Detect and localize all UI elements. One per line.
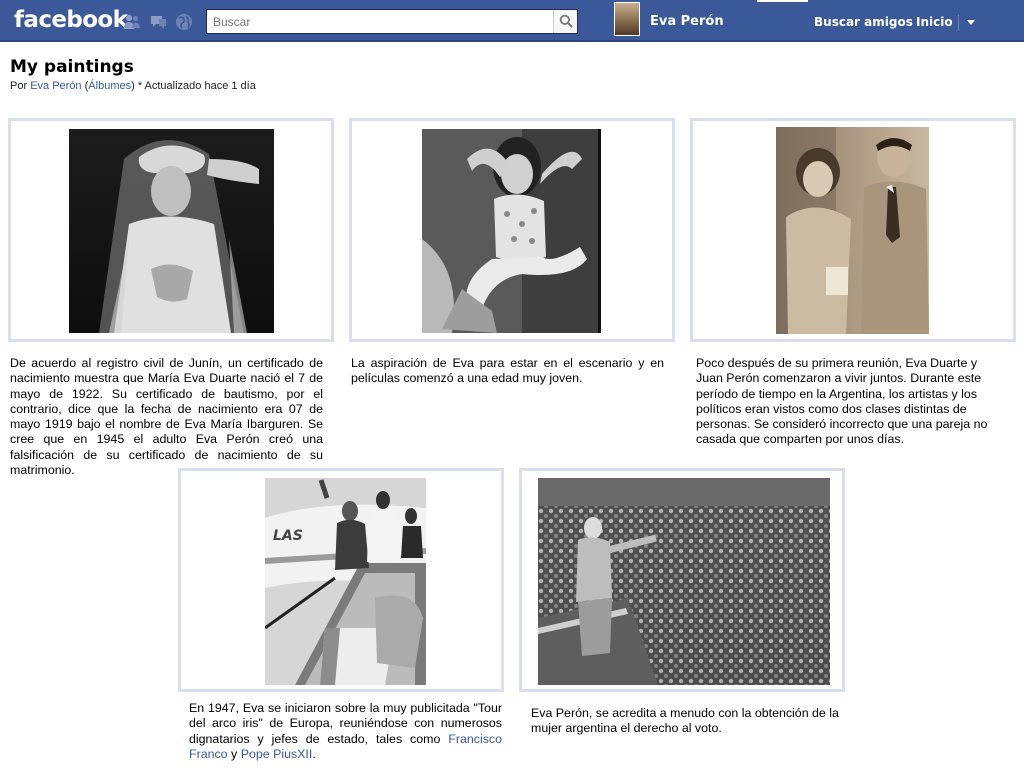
photo-caption-2: La aspiración de Eva para estar en el es… — [351, 356, 664, 386]
search-icon — [559, 14, 573, 28]
notifications-icon[interactable] — [174, 12, 194, 32]
svg-text:LAS: LAS — [273, 528, 303, 544]
top-bar-border — [0, 40, 1024, 42]
profile-link[interactable]: Eva Perón — [614, 0, 756, 41]
notification-jewels — [122, 12, 194, 32]
photo-card-1[interactable] — [8, 118, 334, 342]
photo-thumbnail[interactable] — [69, 129, 274, 333]
nav-divider — [958, 15, 959, 31]
photo-caption-3: Poco después de su primera reunión, Eva … — [696, 356, 988, 447]
author-link[interactable]: Eva Perón — [30, 80, 81, 92]
friends-icon[interactable] — [122, 12, 142, 32]
pope-pius-link[interactable]: Pope PiusXII — [241, 747, 313, 761]
search-box — [206, 9, 578, 34]
photo-card-2[interactable] — [349, 118, 675, 342]
photo-caption-4: En 1947, Eva se iniciaron sobre la muy p… — [189, 701, 502, 762]
avatar[interactable] — [614, 2, 640, 36]
photo-card-5[interactable] — [519, 468, 845, 692]
caption-period: . — [312, 746, 316, 761]
tab-accent — [757, 0, 808, 2]
account-menu-caret-icon[interactable] — [965, 18, 979, 28]
messages-icon[interactable] — [148, 12, 168, 32]
find-friends-link[interactable]: Buscar amigos — [814, 0, 913, 41]
photo-thumbnail[interactable]: LAS — [265, 478, 426, 685]
updated-text: ) * Actualizado hace 1 día — [131, 80, 256, 92]
home-link[interactable]: Inicio — [916, 0, 953, 41]
photo-thumbnail[interactable] — [422, 129, 601, 333]
photo-caption-1: De acuerdo al registro civil de Junín, u… — [10, 356, 323, 478]
caption-conjunction: y — [231, 746, 238, 761]
facebook-logo[interactable]: facebook — [14, 5, 128, 35]
search-input[interactable] — [207, 10, 552, 33]
search-button[interactable] — [553, 10, 577, 33]
page-title: My paintings — [10, 57, 134, 77]
byline-prefix: Por — [10, 80, 28, 92]
top-bar: facebook Eva Perón Buscar amigos Inicio — [0, 0, 1024, 41]
profile-name[interactable]: Eva Perón — [650, 14, 724, 29]
photo-thumbnail[interactable] — [538, 478, 830, 685]
photo-caption-5: Eva Perón, se acredita a menudo con la o… — [531, 706, 839, 736]
photo-thumbnail[interactable] — [776, 127, 929, 334]
photo-card-4[interactable]: LAS — [178, 468, 504, 692]
photo-card-3[interactable] — [690, 118, 1016, 342]
album-byline: Por Eva Perón (Álbumes) * Actualizado ha… — [10, 80, 256, 92]
albums-link[interactable]: Álbumes — [88, 80, 131, 92]
